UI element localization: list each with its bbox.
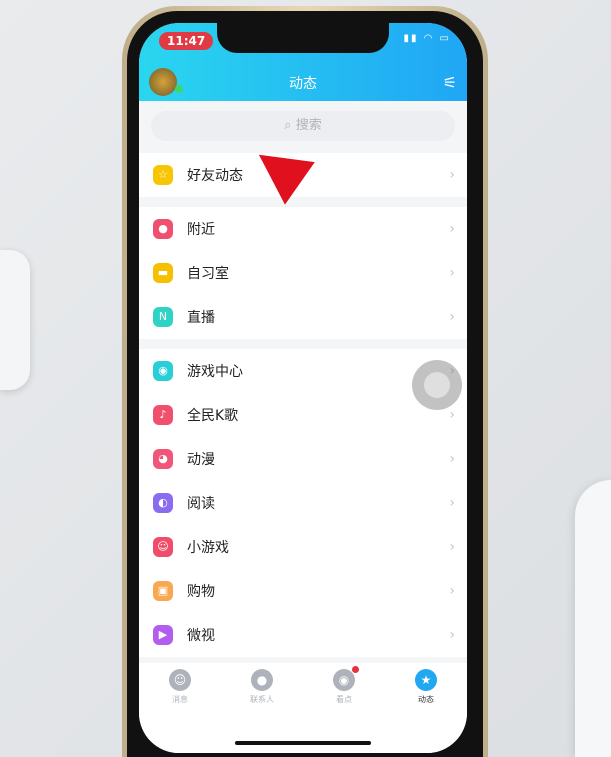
chevron-right-icon: ›	[449, 627, 455, 643]
search-placeholder: 搜索	[295, 118, 322, 133]
menu-item-icon: ☺	[153, 537, 173, 557]
menu-item-label: 购物	[187, 584, 215, 600]
chevron-right-icon: ›	[449, 539, 455, 555]
tab-label: 看点	[336, 695, 352, 704]
page-title: 动态	[289, 76, 317, 92]
chevron-right-icon: ›	[449, 583, 455, 599]
tab-label: 动态	[418, 695, 434, 704]
menu-item[interactable]: N 直播 ›	[139, 295, 467, 339]
chevron-right-icon: ›	[449, 495, 455, 511]
chevron-right-icon: ›	[449, 265, 455, 281]
menu-item-label: 动漫	[187, 452, 215, 468]
menu-item-label: 小游戏	[187, 540, 229, 556]
chevron-right-icon: ›	[449, 451, 455, 467]
header: 11:47 ▮▮ ◠ ▭ 动态 ⚟	[139, 23, 467, 101]
search-input[interactable]: ⌕ 搜索	[151, 111, 455, 141]
menu-item-label: 自习室	[187, 266, 229, 282]
menu-item[interactable]: ◕ 动漫 ›	[139, 437, 467, 481]
menu-item[interactable]: ▣ 购物 ›	[139, 569, 467, 613]
menu-item[interactable]: ▶ 微视 ›	[139, 613, 467, 657]
tab-icon: ☺	[169, 669, 191, 691]
menu-item-icon: ◉	[153, 361, 173, 381]
status-time: 11:47	[159, 32, 214, 50]
search-icon: ⌕	[284, 118, 292, 133]
menu-item[interactable]: ▬ 自习室 ›	[139, 251, 467, 295]
menu-item-icon: ♪	[153, 405, 173, 425]
menu-item-icon: ☆	[153, 165, 173, 185]
chevron-right-icon: ›	[449, 221, 455, 237]
badge-dot	[352, 666, 359, 673]
menu-item-label: 好友动态	[187, 168, 243, 184]
menu-item-icon: ▬	[153, 263, 173, 283]
tab-item[interactable]: ☺ 消息	[150, 669, 210, 753]
menu-item-label: 游戏中心	[187, 364, 243, 380]
menu-item-label: 微视	[187, 628, 215, 644]
chevron-right-icon: ›	[449, 309, 455, 325]
menu-item-label: 直播	[187, 310, 215, 326]
tab-icon: ●	[251, 669, 273, 691]
menu-item[interactable]: ◐ 阅读 ›	[139, 481, 467, 525]
menu-item-icon: ◐	[153, 493, 173, 513]
menu-item-label: 附近	[187, 222, 215, 238]
menu-item[interactable]: ☺ 小游戏 ›	[139, 525, 467, 569]
background-object	[0, 250, 30, 390]
tab-label: 消息	[172, 695, 188, 704]
notch	[217, 23, 389, 53]
tab-icon: ◉	[333, 666, 359, 691]
menu-item-icon: ◕	[153, 449, 173, 469]
status-icons: ▮▮ ◠ ▭	[403, 33, 451, 44]
menu-item-icon: ▶	[153, 625, 173, 645]
tab-item[interactable]: ★ 动态	[396, 669, 456, 753]
assistive-touch-button[interactable]	[412, 360, 462, 410]
chevron-right-icon: ›	[449, 407, 455, 423]
tab-icon: ★	[415, 669, 437, 691]
tab-bar: ☺ 消息 ● 联系人 ◉ 看点 ★ 动态	[139, 663, 467, 753]
home-indicator[interactable]	[235, 741, 371, 745]
menu-item[interactable]: ● 附近 ›	[139, 207, 467, 251]
background-object	[575, 480, 611, 757]
tab-label: 联系人	[250, 695, 274, 704]
menu-item-label: 阅读	[187, 496, 215, 512]
menu-group: ● 附近 › ▬ 自习室 › N 直播 ›	[139, 207, 467, 339]
chevron-right-icon: ›	[449, 167, 455, 183]
sliders-icon[interactable]: ⚟	[443, 73, 457, 92]
menu-item-icon: ▣	[153, 581, 173, 601]
menu-item-icon: N	[153, 307, 173, 327]
menu-item-label: 全民K歌	[187, 408, 239, 424]
menu-item-icon: ●	[153, 219, 173, 239]
